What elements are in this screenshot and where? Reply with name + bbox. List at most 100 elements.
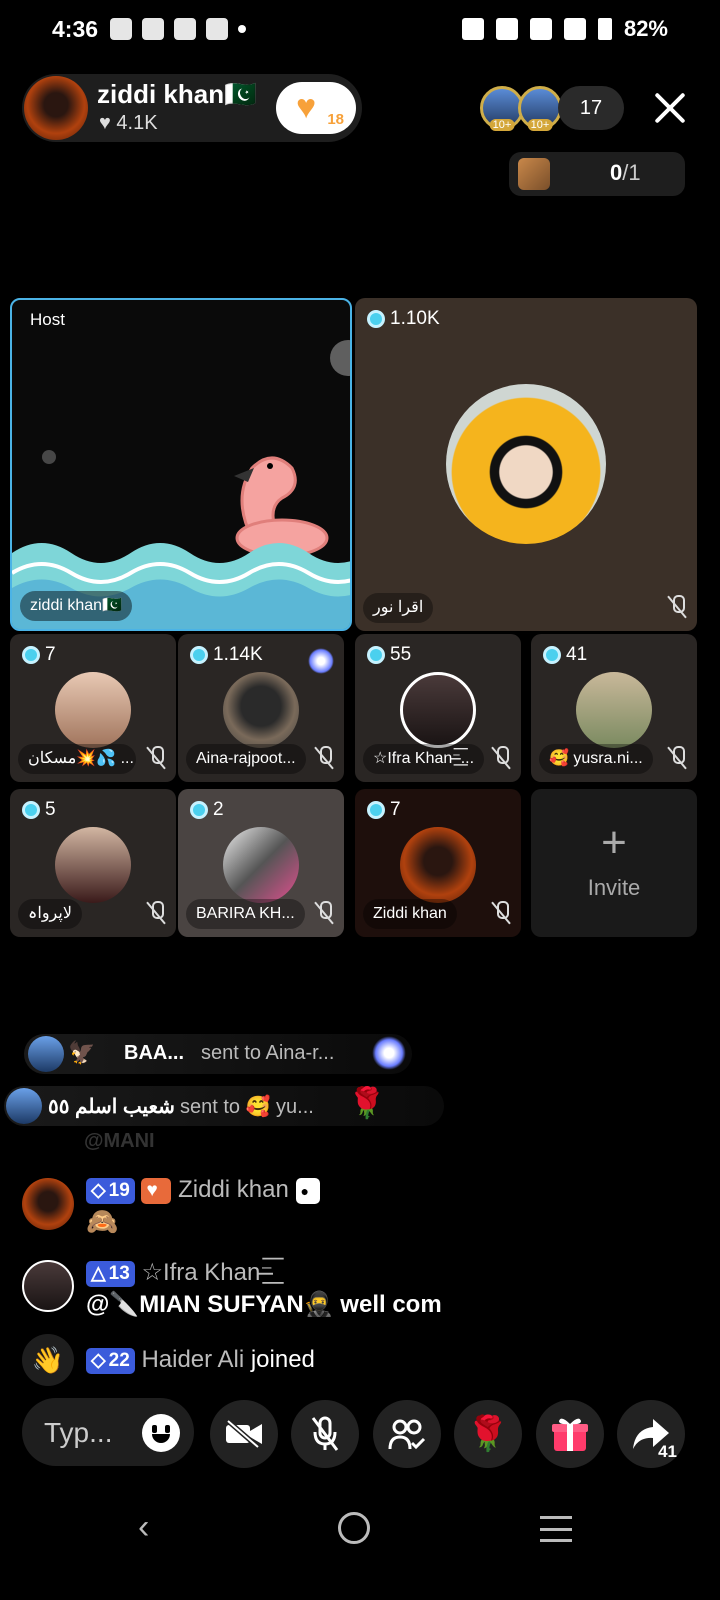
fan-club-button[interactable]: ♥ 18	[276, 82, 356, 134]
guest-name: BARIRA KH...	[186, 899, 305, 929]
mic-off-icon	[146, 901, 166, 925]
vibrate-icon	[495, 18, 518, 40]
cast-icon	[461, 18, 484, 40]
gift-banner[interactable]: شعیب اسلم ٥٥ sent to 🥰 yu... 🌹	[4, 1086, 444, 1126]
fan-badge: ♥	[141, 1177, 172, 1204]
level-badge: △ 13	[86, 1260, 135, 1287]
guest-tile[interactable]: 1.10K اقرا نور	[355, 298, 697, 631]
faded-chat-name: @MANI	[84, 1130, 155, 1152]
battery-icon	[597, 18, 612, 40]
top-viewer-avatar[interactable]: 10+	[518, 86, 562, 131]
rose-icon: 🌹	[348, 1087, 386, 1120]
invite-label: Invite	[587, 875, 641, 900]
system-icons: 82%	[461, 16, 668, 42]
guest-name: اقرا نور	[363, 593, 434, 623]
invite-tile[interactable]: + Invite	[531, 789, 697, 937]
guest-avatar	[400, 827, 476, 903]
rose-gift-button[interactable]: 🌹	[454, 1400, 522, 1468]
chat-username[interactable]: Ziddi khan	[178, 1176, 289, 1203]
guest-name: مسکان💥💦 ...	[18, 744, 136, 774]
guest-tile[interactable]: 7 Ziddi khan	[355, 789, 521, 937]
guest-name: Aina-rajpoot...	[186, 744, 306, 774]
level-badge: ◇ 19	[86, 1177, 135, 1204]
mic-off-icon	[491, 901, 511, 925]
chat-avatar[interactable]	[22, 1260, 74, 1312]
close-button[interactable]	[652, 90, 688, 126]
notification-icons	[110, 18, 246, 40]
guest-gift-count: 1.10K	[367, 308, 440, 330]
sender-avatar	[6, 1088, 42, 1124]
diamond-icon	[190, 646, 208, 664]
guest-avatar	[400, 672, 476, 748]
chat-message: △ 13 ☆Ifra Khan⁻̶͟͞	[86, 1258, 273, 1287]
gift-sparkle-icon	[372, 1036, 406, 1070]
people-icon	[388, 1419, 426, 1450]
gift-sender: BAA...	[124, 1042, 184, 1064]
gift-icon	[552, 1418, 588, 1451]
fan-count: 18	[327, 111, 344, 128]
camera-off-button[interactable]	[210, 1400, 278, 1468]
gift-button[interactable]	[536, 1400, 604, 1468]
share-button[interactable]: 41	[617, 1400, 685, 1468]
chat-avatar[interactable]	[22, 1178, 74, 1230]
more-notifications-icon	[238, 25, 246, 33]
guest-tile[interactable]: 41 🥰 yusra.ni...	[531, 634, 697, 782]
host-tile-name: ziddi khan🇵🇰	[20, 591, 132, 621]
chat-username[interactable]: ☆Ifra Khan⁻̶͟͞	[141, 1259, 273, 1286]
guest-name: 🥰 yusra.ni...	[539, 744, 653, 774]
mic-off-icon	[146, 746, 166, 770]
mic-off-button[interactable]	[291, 1400, 359, 1468]
gift-banner[interactable]: 🦅 BAA... sent to Aina-r...	[24, 1034, 412, 1074]
signal-icon	[563, 18, 586, 40]
host-name: ziddi khan🇵🇰	[97, 79, 257, 109]
guests-button[interactable]	[373, 1400, 441, 1468]
guest-tile[interactable]: 2 BARIRA KH...	[178, 789, 344, 937]
mic-off-icon	[491, 746, 511, 770]
gift-sparkle-icon	[308, 648, 334, 674]
heart-icon: ♥ 18	[296, 88, 344, 128]
diamond-icon	[22, 801, 40, 819]
guest-avatar	[576, 672, 652, 748]
sender-avatar	[28, 1036, 64, 1072]
chat-message: ◇ 19 ♥ Ziddi khan ●	[86, 1176, 320, 1204]
guest-tile[interactable]: 7 مسکان💥💦 ...	[10, 634, 176, 782]
diamond-icon	[543, 646, 561, 664]
seat-count: 0/1	[610, 160, 641, 185]
emoji-icon[interactable]	[142, 1414, 180, 1452]
join-username[interactable]: Haider Ali	[141, 1346, 244, 1373]
diamond-icon	[367, 310, 385, 328]
storage-icon	[206, 18, 228, 40]
home-nav-icon[interactable]	[338, 1512, 370, 1544]
host-tag: Host	[30, 310, 65, 329]
host-tile[interactable]: Host ziddi khan🇵🇰	[10, 298, 352, 631]
moderator-icon: ●	[295, 1177, 320, 1204]
mic-off-icon	[311, 1416, 339, 1451]
wave-icon: 👋	[22, 1334, 74, 1386]
mic-off-icon	[314, 901, 334, 925]
comment-placeholder: Typ...	[44, 1417, 113, 1448]
guest-avatar	[223, 672, 299, 748]
diamond-icon	[367, 646, 385, 664]
snapchat-icon	[110, 18, 132, 40]
guest-tile[interactable]: 1.14K Aina-rajpoot...	[178, 634, 344, 782]
guest-tile[interactable]: 55 ☆Ifra Khan⁻̶͟͞...	[355, 634, 521, 782]
chat-text: @🔪MIAN SUFYAN🥷 well com	[86, 1291, 442, 1318]
status-time: 4:36	[52, 16, 99, 42]
recents-nav-icon[interactable]	[540, 1516, 572, 1542]
guest-avatar	[55, 672, 131, 748]
host-likes: ♥ 4.1K	[99, 112, 158, 134]
back-nav-icon[interactable]: ‹	[138, 1508, 149, 1547]
guest-tile[interactable]: 5 لاپرواہ	[10, 789, 176, 937]
join-text: joined	[250, 1346, 315, 1373]
chat-text: 🙈	[86, 1206, 119, 1236]
tiktok-icon	[174, 18, 196, 40]
diamond-icon	[367, 801, 385, 819]
level-badge: ◇ 22	[86, 1347, 135, 1374]
host-avatar[interactable]	[24, 76, 88, 140]
viewer-count[interactable]: 17	[558, 86, 624, 130]
gift-goal-icon	[518, 158, 550, 190]
guest-name: ☆Ifra Khan⁻̶͟͞...	[363, 744, 485, 774]
guest-avatar	[223, 827, 299, 903]
gift-text: sent to 🥰 yu...	[180, 1096, 314, 1118]
join-message: ◇ 22 Haider Ali joined	[86, 1346, 315, 1374]
